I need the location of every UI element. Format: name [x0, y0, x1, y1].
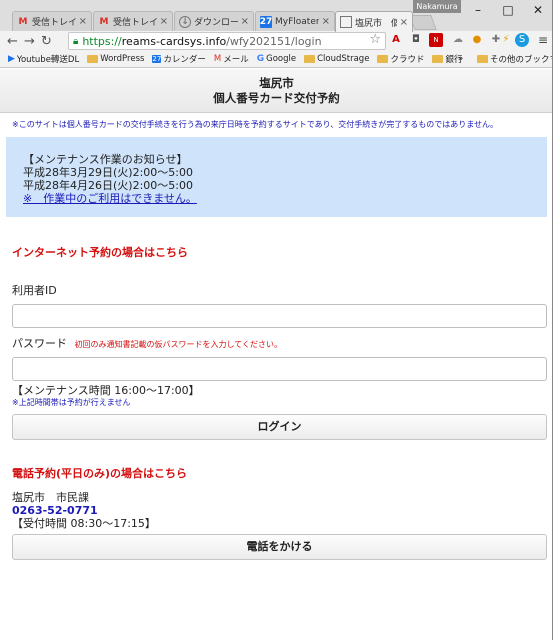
bookmark-label: Youtube轉送DL — [16, 55, 80, 65]
office-name: 塩尻市 市民課 — [12, 491, 89, 504]
tab-title: ダウンロード記 — [194, 18, 238, 28]
bookmark-youtube[interactable]: ▶ Youtube轉送DL — [8, 53, 79, 65]
bookmark-wordpress[interactable]: WordPress — [87, 54, 144, 64]
minimize-icon[interactable]: – — [463, 0, 493, 20]
close-icon[interactable]: × — [400, 17, 408, 28]
password-hint: 初回のみ通知書記載の仮パスワードを入力してください。 — [74, 340, 283, 349]
internet-reservation-heading: インターネット予約の場合はこちら — [12, 246, 188, 259]
camera-icon[interactable]: ◘ — [409, 33, 423, 47]
bookmark-google[interactable]: G Google — [257, 54, 296, 64]
maintenance-title: 【メンテナンス作業のお知らせ】 — [23, 153, 188, 166]
maintenance-date-1: 平成28年3月29日(火)2:00～5:00 — [23, 166, 193, 179]
background-window-edge — [553, 0, 560, 640]
browser-window: M 受信トレイ - k × M 受信トレイ - k × ↓ ダウンロード記 × … — [0, 0, 553, 640]
password-label-row: パスワード 初回のみ通知書記載の仮パスワードを入力してください。 — [0, 335, 552, 351]
profile-badge[interactable]: Nakamura — [413, 0, 461, 13]
extension-circle-icon[interactable]: ● — [470, 33, 484, 47]
new-tab-button[interactable] — [409, 15, 437, 30]
address-bar[interactable]: 🔒︎ https:// reams-cardsys.info /wfy20215… — [68, 32, 386, 50]
bookmark-label: その他のブックマーク — [490, 55, 552, 65]
back-icon[interactable]: ← — [4, 34, 21, 49]
bookmark-label: クラウド — [390, 55, 425, 65]
page-header: 塩尻市 個人番号カード交付予約 — [0, 69, 552, 113]
password-input[interactable] — [12, 357, 547, 381]
bookmark-cloudstrage[interactable]: CloudStrage — [304, 54, 369, 64]
tab-shiojiri[interactable]: 塩尻市 個 × — [335, 11, 413, 32]
forward-icon[interactable]: → — [21, 34, 38, 49]
bookmarks-bar: ▶ Youtube轉送DL WordPress 27 カレンダー M メール G… — [0, 51, 552, 68]
maintenance-link[interactable]: ※ 作業中のご利用はできません。 — [23, 192, 530, 205]
password-label: パスワード — [12, 337, 67, 350]
document-icon — [340, 16, 352, 28]
tab-myfloater[interactable]: 27 MyFloater - × — [255, 11, 335, 31]
bookmarks-overflow-button[interactable]: » — [458, 54, 463, 64]
maintenance-date-2: 平成28年4月26日(火)2:00～5:00 — [23, 179, 193, 192]
reception-hours: 【受付時間 08:30～17:15】 — [12, 517, 156, 530]
page-title: 個人番号カード交付予約 — [213, 91, 340, 105]
window-close-icon[interactable]: ✕ — [523, 0, 552, 20]
acrobat-icon[interactable]: A — [389, 33, 403, 47]
other-bookmarks[interactable]: その他のブックマーク — [477, 53, 552, 65]
phone-reservation-heading: 電話予約(平日のみ)の場合はこちら — [12, 467, 188, 480]
url-host: reams-cardsys.info — [121, 34, 227, 48]
maintenance-time: 【メンテナンス時間 16:00～17:00】 — [12, 384, 200, 397]
url-path: /wfy202151/login — [226, 34, 322, 48]
close-icon[interactable]: × — [160, 16, 168, 27]
lock-icon: 🔒︎ — [73, 35, 79, 47]
skype-icon[interactable]: S — [515, 33, 529, 47]
menu-icon[interactable]: ≡ — [536, 33, 550, 47]
page-content: 塩尻市 個人番号カード交付予約 ※このサイトは個人番号カードの交付手続きを行う為… — [0, 69, 552, 640]
close-icon[interactable]: × — [241, 16, 249, 27]
bookmark-calendar[interactable]: 27 カレンダー — [152, 53, 206, 65]
tab-title: 塩尻市 個 — [355, 18, 397, 29]
download-icon: ↓ — [179, 15, 191, 28]
tab-title: 受信トレイ - k — [32, 18, 76, 28]
gmail-icon: M — [18, 16, 28, 27]
bookmark-label: Google — [266, 54, 297, 64]
cloud-icon[interactable]: ☁ — [451, 33, 465, 47]
bookmark-star-icon[interactable]: ☆ — [369, 32, 381, 47]
close-icon[interactable]: × — [322, 16, 330, 27]
folder-icon — [377, 55, 389, 63]
tab-title: 受信トレイ - k — [113, 18, 157, 28]
folder-icon — [304, 55, 316, 63]
folder-icon — [432, 55, 444, 63]
browser-toolbar: ← → ↻ 🔒︎ https:// reams-cardsys.info /wf… — [0, 31, 552, 51]
gmail-icon: M — [213, 54, 222, 64]
user-id-label: 利用者ID — [12, 284, 57, 297]
bolt-icon[interactable]: ⚡ — [499, 33, 513, 47]
user-id-input[interactable] — [12, 304, 547, 328]
tab-title: MyFloater - — [275, 16, 319, 27]
maintenance-notice: 【メンテナンス作業のお知らせ】 平成28年3月29日(火)2:00～5:00 平… — [6, 137, 547, 217]
maintenance-time-note: ※上記時間帯は予約が行えません — [12, 398, 131, 407]
calendar-icon: 27 — [152, 55, 162, 63]
url-scheme: https:// — [82, 34, 122, 48]
reload-icon[interactable]: ↻ — [38, 34, 55, 49]
google-icon: G — [256, 54, 265, 64]
maximize-icon[interactable]: □ — [493, 0, 523, 20]
bookmark-mail[interactable]: M メール — [214, 53, 249, 65]
bookmark-label: メール — [223, 55, 249, 65]
call-button[interactable]: 電話をかける — [12, 534, 547, 560]
site-notice: ※このサイトは個人番号カードの交付手続きを行う為の来庁日時を予約するサイトであり… — [12, 120, 499, 129]
calendar-icon: 27 — [259, 15, 273, 28]
phone-number[interactable]: 0263-52-0771 — [0, 504, 552, 517]
bookmark-cloud[interactable]: クラウド — [377, 53, 424, 65]
bookmark-label: カレンダー — [163, 55, 206, 65]
new-extension-icon[interactable]: N — [429, 33, 443, 47]
folder-icon — [477, 55, 488, 63]
tab-strip: M 受信トレイ - k × M 受信トレイ - k × ↓ ダウンロード記 × … — [0, 0, 552, 32]
tab-gmail-2[interactable]: M 受信トレイ - k × — [93, 11, 173, 31]
close-icon[interactable]: × — [79, 16, 87, 27]
gmail-icon: M — [99, 16, 109, 27]
tab-download[interactable]: ↓ ダウンロード記 × — [174, 11, 254, 31]
tab-gmail-1[interactable]: M 受信トレイ - k × — [12, 11, 92, 31]
login-button[interactable]: ログイン — [12, 414, 547, 440]
chrome-app-icon: ▶ — [8, 54, 15, 64]
folder-icon — [87, 55, 99, 63]
page-title-city: 塩尻市 — [259, 76, 294, 90]
bookmark-label: CloudStrage — [317, 54, 370, 64]
bookmark-label: WordPress — [100, 54, 145, 64]
